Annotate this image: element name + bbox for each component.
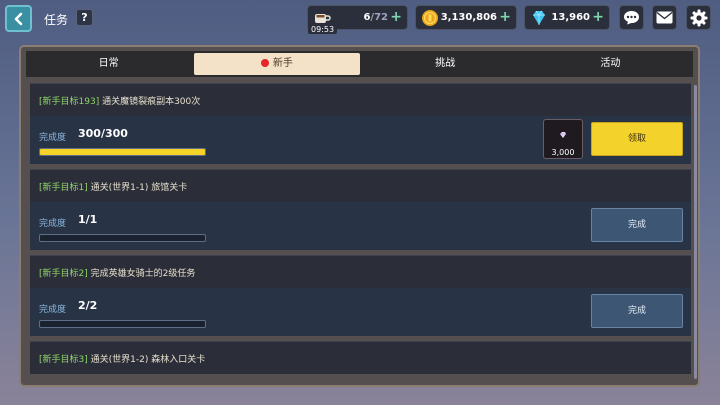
chat-button[interactable]: [619, 5, 644, 30]
progress-bar: [39, 320, 206, 328]
quest-item: [新手目标3] 通关(世界1-2) 森林入口关卡: [30, 341, 691, 383]
diamond-icon: [533, 10, 545, 25]
quest-title: 通关(世界1-1) 旅馆关卡: [90, 183, 188, 193]
gem-counter: 13,960 +: [524, 5, 610, 30]
progress-value: 1/1: [78, 213, 98, 226]
top-bar: 任务 ? 6/72 + 09:53 3,130,806 + 13,960 +: [0, 0, 720, 42]
quest-body: 完成度 1/1 完成: [30, 202, 691, 250]
quest-list[interactable]: [新手目标193] 通关魔镜裂痕副本300次 完成度 300/300 3,000…: [30, 83, 691, 383]
quest-list-scrollbar[interactable]: [694, 85, 697, 379]
quest-panel: 日常 新手 挑战 活动 [新手目标193] 通关魔镜裂痕副本300次 完成度 3…: [19, 45, 700, 387]
mail-button[interactable]: [652, 5, 677, 30]
stamina-max: /72: [370, 12, 388, 23]
progress-label: 完成度: [39, 305, 67, 315]
progress-value: 300/300: [78, 127, 128, 140]
gold-counter: 3,130,806 +: [415, 5, 517, 30]
quest-tabs: 日常 新手 挑战 活动: [26, 51, 693, 77]
quest-body: 完成度 2/2 完成: [30, 288, 691, 336]
settings-button[interactable]: [686, 5, 711, 30]
complete-button[interactable]: 完成: [591, 208, 683, 242]
quest-tag: [新手目标3]: [39, 355, 88, 365]
add-gems-icon[interactable]: +: [592, 9, 604, 25]
quest-tag: [新手目标2]: [39, 269, 88, 279]
page-title: 任务: [44, 13, 69, 27]
quest-header: [新手目标3] 通关(世界1-2) 森林入口关卡: [30, 341, 691, 374]
gear-icon: [690, 9, 707, 26]
tab-daily[interactable]: 日常: [26, 51, 191, 77]
complete-button[interactable]: 完成: [591, 294, 683, 328]
quest-title: 完成英雄女骑士的2级任务: [90, 269, 196, 279]
quest-header: [新手目标2] 完成英雄女骑士的2级任务: [30, 255, 691, 288]
gem-amount: 13,960: [551, 12, 590, 23]
help-button[interactable]: ?: [76, 9, 93, 26]
claim-button[interactable]: 领取: [591, 122, 683, 156]
tab-beginner[interactable]: 新手: [194, 53, 360, 75]
progress-fill: [40, 149, 205, 155]
stamina-timer: 09:53: [308, 25, 338, 34]
quest-item: [新手目标2] 完成英雄女骑士的2级任务 完成度 2/2 完成: [30, 255, 691, 339]
quest-header: [新手目标1] 通关(世界1-1) 旅馆关卡: [30, 169, 691, 202]
back-button[interactable]: [5, 5, 32, 32]
chat-bubble-icon: [624, 11, 639, 25]
quest-body: 完成度 300/300 3,000 领取: [30, 116, 691, 164]
chevron-left-icon: [14, 12, 22, 25]
gold-coin-icon: [422, 10, 438, 26]
tab-challenge[interactable]: 挑战: [363, 51, 528, 77]
quest-tag: [新手目标193]: [39, 97, 100, 107]
reward-amount: 3,000: [551, 148, 575, 157]
envelope-icon: [656, 11, 673, 24]
quest-title: 通关(世界1-2) 森林入口关卡: [90, 355, 206, 365]
tab-event[interactable]: 活动: [528, 51, 693, 77]
reward-item[interactable]: 3,000: [543, 119, 583, 159]
add-stamina-icon[interactable]: +: [390, 9, 402, 25]
progress-label: 完成度: [39, 219, 67, 229]
crystal-icon: [560, 132, 566, 138]
quest-header: [新手目标193] 通关魔镜裂痕副本300次: [30, 83, 691, 116]
gold-amount: 3,130,806: [440, 12, 497, 23]
add-gold-icon[interactable]: +: [499, 9, 511, 25]
tab-beginner-label: 新手: [272, 58, 293, 69]
alert-dot-icon: [260, 59, 269, 67]
quest-item: [新手目标193] 通关魔镜裂痕副本300次 完成度 300/300 3,000…: [30, 83, 691, 167]
progress-bar: [39, 234, 206, 242]
quest-tag: [新手目标1]: [39, 183, 88, 193]
progress-value: 2/2: [78, 299, 98, 312]
quest-item: [新手目标1] 通关(世界1-1) 旅馆关卡 完成度 1/1 完成: [30, 169, 691, 253]
progress-label: 完成度: [39, 133, 67, 143]
quest-title: 通关魔镜裂痕副本300次: [102, 97, 201, 107]
progress-bar: [39, 148, 206, 156]
